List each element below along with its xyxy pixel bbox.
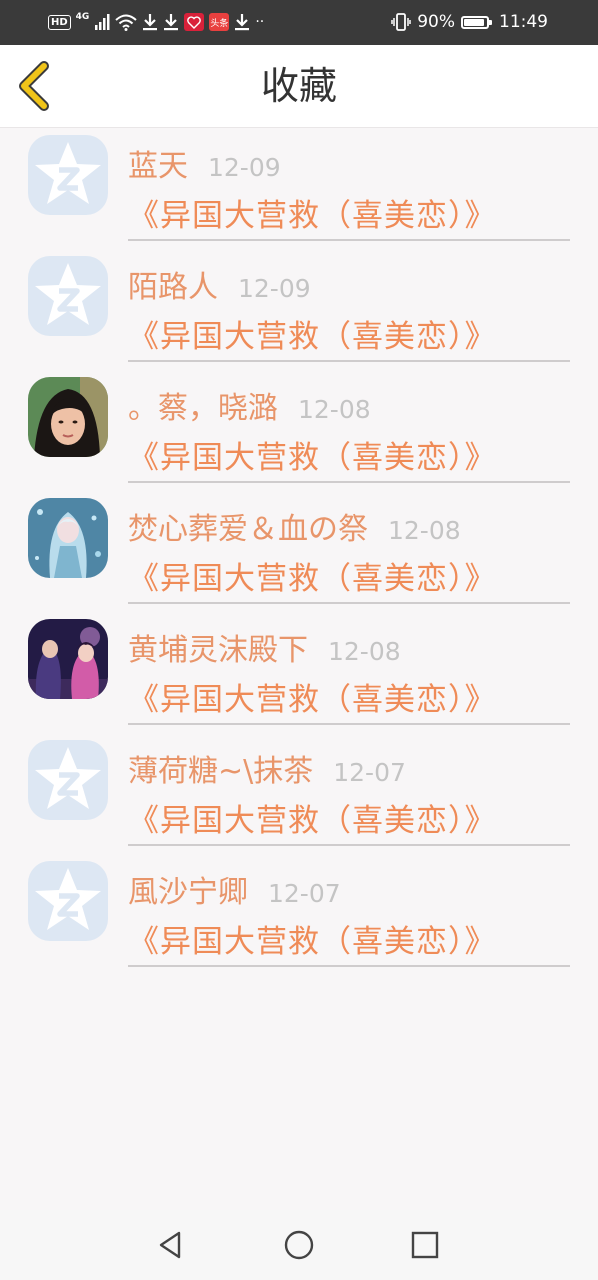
item-date: 12-08 <box>328 637 401 666</box>
battery-icon <box>461 15 492 29</box>
favorite-item[interactable]: 。蔡，晓潞 12-08 《异国大营救（喜美恋）》 <box>0 369 598 490</box>
divider <box>128 965 570 967</box>
title-bar: 收藏 <box>0 45 598 128</box>
item-date: 12-09 <box>238 274 311 303</box>
favorite-title: 《异国大营救（喜美恋）》 <box>128 561 497 597</box>
user-name: 。蔡，晓潞 <box>128 391 278 426</box>
user-name: 焚心葬爱＆血の祭 <box>128 512 368 547</box>
favorite-title: 《异国大营救（喜美恋）》 <box>128 803 497 839</box>
favorite-item[interactable]: 陌路人 12-09 《异国大营救（喜美恋）》 <box>0 248 598 369</box>
nav-back-button[interactable] <box>154 1228 188 1262</box>
download-icon <box>235 14 250 31</box>
favorite-title: 《异国大营救（喜美恋）》 <box>128 924 497 960</box>
nav-recents-button[interactable] <box>408 1228 442 1262</box>
item-date: 12-08 <box>298 395 371 424</box>
triangle-back-icon <box>159 1231 181 1259</box>
circle-home-icon <box>284 1230 314 1260</box>
favorite-title: 《异国大营救（喜美恋）》 <box>128 198 497 234</box>
avatar[interactable] <box>28 740 108 820</box>
clock: 11:49 <box>499 12 548 32</box>
user-name: 薄荷糖~\抹茶 <box>128 754 314 789</box>
favorite-item[interactable]: 風沙宁卿 12-07 《异国大营救（喜美恋）》 <box>0 853 598 974</box>
favorite-item[interactable]: 薄荷糖~\抹茶 12-07 《异国大营救（喜美恋）》 <box>0 732 598 853</box>
user-name: 陌路人 <box>128 270 218 305</box>
item-header: 焚心葬爱＆血の祭 12-08 <box>128 504 461 548</box>
status-bar: HD 4G 头条 ·· 90% 11:49 <box>0 0 598 45</box>
battery-percent: 90% <box>417 12 455 32</box>
item-header: 薄荷糖~\抹茶 12-07 <box>128 746 406 790</box>
item-header: 黄埔灵沫殿下 12-08 <box>128 625 401 669</box>
divider <box>128 239 570 241</box>
hd-icon: HD <box>48 14 71 30</box>
favorite-title: 《异国大营救（喜美恋）》 <box>128 440 497 476</box>
divider <box>128 602 570 604</box>
battery-level <box>464 18 484 26</box>
square-recents-icon <box>411 1231 439 1259</box>
divider <box>128 723 570 725</box>
user-name: 蓝天 <box>128 149 188 184</box>
item-date: 12-08 <box>388 516 461 545</box>
divider <box>128 481 570 483</box>
favorites-list: 蓝天 12-09 《异国大营救（喜美恋）》 陌路人 12-09 《异国大营救（喜美恋）》。… <box>0 127 598 974</box>
nav-home-button[interactable] <box>282 1228 316 1262</box>
download-icon <box>143 14 158 31</box>
item-header: 風沙宁卿 12-07 <box>128 867 341 911</box>
divider <box>128 360 570 362</box>
download-icon <box>164 14 179 31</box>
user-name: 風沙宁卿 <box>128 875 248 910</box>
divider <box>128 844 570 846</box>
system-nav-bar <box>0 1210 598 1280</box>
status-right-icons: 90% 11:49 <box>391 10 548 34</box>
page-title: 收藏 <box>260 64 337 108</box>
favorite-item[interactable]: 蓝天 12-09 《异国大营救（喜美恋）》 <box>0 127 598 248</box>
item-date: 12-07 <box>268 879 341 908</box>
favorite-title: 《异国大营救（喜美恋）》 <box>128 682 497 718</box>
favorite-item[interactable]: 焚心葬爱＆血の祭 12-08 《异国大营救（喜美恋）》 <box>0 490 598 611</box>
item-date: 12-09 <box>208 153 281 182</box>
network-type: 4G <box>75 12 90 22</box>
favorite-item[interactable]: 黄埔灵沫殿下 12-08 《异国大营救（喜美恋）》 <box>0 611 598 732</box>
item-header: 蓝天 12-09 <box>128 141 281 185</box>
avatar[interactable] <box>28 861 108 941</box>
item-date: 12-07 <box>333 758 406 787</box>
user-name: 黄埔灵沫殿下 <box>128 633 308 668</box>
item-header: 。蔡，晓潞 12-08 <box>128 383 371 427</box>
vibrate-icon <box>391 13 411 31</box>
avatar[interactable] <box>28 256 108 336</box>
item-header: 陌路人 12-09 <box>128 262 311 306</box>
avatar[interactable] <box>28 377 108 457</box>
app-toutiao-icon: 头条 <box>209 13 230 31</box>
signal-icon <box>95 14 110 30</box>
wifi-icon <box>115 14 137 31</box>
avatar[interactable] <box>28 135 108 215</box>
favorite-title: 《异国大营救（喜美恋）》 <box>128 319 497 355</box>
app-heart-icon <box>184 13 205 31</box>
more-notifications: ·· <box>255 14 265 30</box>
avatar[interactable] <box>28 498 108 578</box>
status-left-icons: HD 4G 头条 ·· <box>48 10 264 34</box>
avatar[interactable] <box>28 619 108 699</box>
